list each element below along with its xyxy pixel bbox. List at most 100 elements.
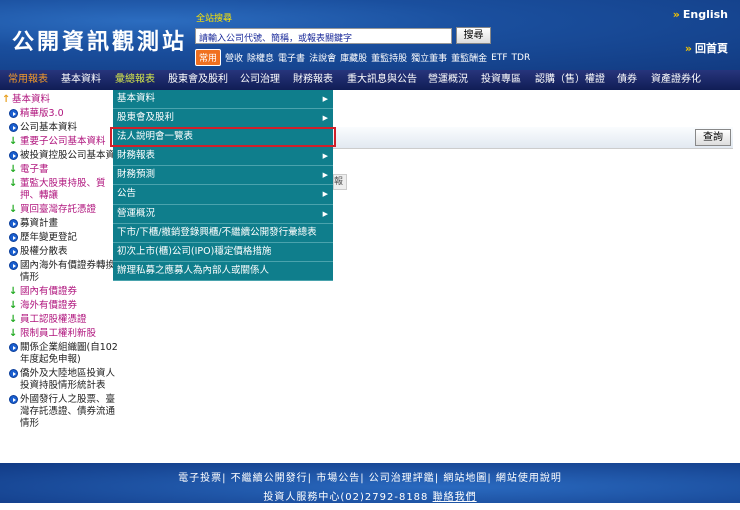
- sidebar-item[interactable]: ↓ 國內有價證券: [0, 286, 118, 298]
- partial-button[interactable]: 報: [333, 174, 347, 190]
- menu-item[interactable]: 基本資料 ▶: [113, 90, 333, 110]
- header: 公開資訊觀測站 全站搜尋 請輸入公司代號、簡稱，或報表關鍵字 搜尋 常用 營收除…: [0, 0, 740, 70]
- bullet-icon: [9, 343, 18, 352]
- menu-item[interactable]: 辦理私募之應募人為內部人或關係人: [113, 262, 333, 281]
- nav-item[interactable]: 公司治理: [240, 70, 280, 90]
- sidebar-item[interactable]: ↓ 限制員工權利新股: [0, 328, 118, 340]
- nav-item[interactable]: 投資專區: [481, 70, 521, 90]
- nav-item[interactable]: 認購（售）權證: [535, 70, 605, 90]
- menu-item[interactable]: 股東會及股利 ▶: [113, 109, 333, 129]
- separator: |: [360, 473, 369, 484]
- quick-link[interactable]: ETF: [491, 53, 507, 63]
- sidebar-item[interactable]: ↓ 員工認股權憑證: [0, 314, 118, 326]
- quick-link[interactable]: 董監持股: [371, 51, 407, 64]
- sidebar-item[interactable]: ↑ 基本資料: [0, 94, 118, 106]
- nav-item[interactable]: 重大訊息與公告: [347, 70, 417, 90]
- menu-item[interactable]: 財務報表 ▶: [113, 147, 333, 167]
- sidebar-item[interactable]: 公司基本資料: [0, 122, 118, 134]
- sidebar-item[interactable]: 國內海外有價證券轉換情形: [0, 260, 118, 284]
- sidebar-item[interactable]: ↓ 海外有價證券: [0, 300, 118, 312]
- query-button[interactable]: 查詢: [695, 129, 731, 146]
- sidebar-item-label: 買回臺灣存託憑證: [20, 204, 97, 215]
- sidebar-item[interactable]: ↓ 重要子公司基本資料: [0, 136, 118, 148]
- down-arrow-icon: ↓: [9, 136, 18, 147]
- bullet-icon: [9, 247, 18, 256]
- menu-item[interactable]: 財務預測 ▶: [113, 166, 333, 186]
- nav-item[interactable]: 股東會及股利: [168, 70, 228, 90]
- menu-item-label: 財務預測: [117, 169, 156, 181]
- sidebar-item-label: 基本資料: [12, 94, 51, 105]
- sidebar-item[interactable]: 股權分散表: [0, 246, 118, 258]
- contact-link[interactable]: 聯絡我們: [433, 492, 477, 503]
- search-input[interactable]: 請輸入公司代號、簡稱，或報表關鍵字: [195, 28, 452, 44]
- sidebar-item[interactable]: 被投資控股公司基本資: [0, 150, 118, 162]
- nav-item[interactable]: 資產證券化: [651, 70, 701, 90]
- down-arrow-icon: ↓: [9, 314, 18, 325]
- sidebar-item[interactable]: 精華版3.0: [0, 108, 118, 120]
- footer-link[interactable]: 網站地圖: [443, 473, 487, 484]
- nav-item[interactable]: 常用報表: [8, 70, 48, 90]
- sidebar-item[interactable]: ↓ 電子書: [0, 164, 118, 176]
- menu-item-label: 基本資料: [117, 93, 156, 104]
- dropdown-menu: 基本資料 ▶ 股東會及股利 ▶ 法人說明會一覽表 財務報表 ▶ 財務預測 ▶ 公告 ▶ 營運概況 ▶ 下市…: [113, 90, 333, 281]
- quick-link[interactable]: 營收: [225, 51, 243, 64]
- sidebar-item-label: 國內有價證券: [20, 286, 78, 297]
- sidebar-item[interactable]: 歷年變更登記: [0, 232, 118, 244]
- menu-item-label: 營運概況: [117, 207, 156, 219]
- footer-link[interactable]: 公司治理評鑑: [369, 473, 435, 484]
- sidebar-item-label: 電子書: [20, 164, 49, 175]
- nav-item[interactable]: 債券: [617, 70, 637, 90]
- nav-item[interactable]: 彙總報表: [115, 70, 155, 90]
- submenu-arrow-icon: ▶: [322, 95, 328, 103]
- separator: |: [307, 473, 317, 484]
- bullet-icon: [9, 151, 18, 160]
- sidebar-item[interactable]: ↓ 董監大股東持股、質押、轉讓: [0, 178, 118, 202]
- nav-item[interactable]: 財務報表: [293, 70, 333, 90]
- menu-item[interactable]: 下市/下櫃/撤銷登錄興櫃/不繼續公開發行彙總表: [113, 224, 333, 243]
- footer-link[interactable]: 網站使用說明: [496, 473, 562, 484]
- submenu-arrow-icon: ▶: [322, 190, 328, 199]
- menu-item[interactable]: 公告 ▶: [113, 185, 333, 205]
- highlight-box: [110, 127, 336, 147]
- menu-item[interactable]: 營運概況 ▶: [113, 205, 333, 224]
- chevron-icon: »: [684, 42, 692, 55]
- sidebar-item-label: 募資計畫: [20, 218, 59, 229]
- quick-link[interactable]: 董監酬金: [451, 51, 487, 64]
- chevron-icon: »: [672, 8, 680, 21]
- sidebar-item[interactable]: 募資計畫: [0, 218, 118, 230]
- nav-item[interactable]: 營運概況: [428, 70, 468, 90]
- quick-link[interactable]: 法說會: [309, 51, 336, 64]
- down-arrow-icon: ↓: [9, 204, 18, 215]
- submenu-arrow-icon: ▶: [322, 171, 328, 180]
- footer-links: 電子投票| 不繼續公開發行| 市場公告| 公司治理評鑑| 網站地圖| 網站使用說…: [0, 463, 740, 484]
- footer-link[interactable]: 市場公告: [316, 473, 360, 484]
- menu-item[interactable]: 初次上市(櫃)公司(IPO)穩定價格措施: [113, 243, 333, 262]
- quick-link[interactable]: 除權息: [247, 51, 274, 64]
- site-logo[interactable]: 公開資訊觀測站: [12, 24, 187, 56]
- sidebar-item-label: 歷年變更登記: [20, 232, 78, 243]
- quick-link[interactable]: TDR: [512, 53, 531, 63]
- menu-item-label: 股東會及股利: [117, 112, 175, 124]
- footer-link[interactable]: 不繼續公開發行: [231, 473, 308, 484]
- sidebar-item[interactable]: ↓ 買回臺灣存託憑證: [0, 204, 118, 216]
- nav-item[interactable]: 基本資料: [61, 70, 101, 90]
- down-arrow-icon: ↓: [9, 328, 18, 339]
- english-link[interactable]: » English: [673, 8, 728, 21]
- sidebar-item-label: 關係企業組織圖(自102年度起免申報): [20, 342, 118, 365]
- sidebar-item[interactable]: 僑外及大陸地區投資人投資持股情形統計表: [0, 368, 118, 392]
- quick-link[interactable]: 庫藏股: [340, 51, 367, 64]
- sidebar-item[interactable]: 關係企業組織圖(自102年度起免申報): [0, 342, 118, 366]
- sidebar-item-label: 被投資控股公司基本資: [20, 150, 116, 161]
- menu-item-label: 初次上市(櫃)公司(IPO)穩定價格措施: [117, 245, 272, 257]
- main-nav: 常用報表 基本資料 彙總報表 股東會及股利 公司治理 財務報表 重大訊息與公告 營運概況 投資專…: [0, 70, 740, 90]
- footer-link[interactable]: 電子投票: [178, 473, 222, 484]
- submenu-arrow-icon: ▶: [322, 209, 328, 218]
- sidebar-item-label: 股權分散表: [20, 246, 68, 257]
- quick-link[interactable]: 電子書: [278, 51, 305, 64]
- sidebar: ↑ 基本資料 精華版3.0 公司基本資料 ↓ 重要子公司基本資料 被投資控股公司基本資 ↓ 電子…: [0, 92, 118, 432]
- home-link[interactable]: » 回首頁: [685, 40, 728, 56]
- search-button[interactable]: 搜尋: [456, 27, 491, 44]
- sidebar-item[interactable]: 外國發行人之股票、臺灣存託憑證、債券流通情形: [0, 394, 118, 430]
- submenu-arrow-icon: ▶: [322, 114, 328, 123]
- quick-link[interactable]: 獨立董事: [411, 51, 447, 64]
